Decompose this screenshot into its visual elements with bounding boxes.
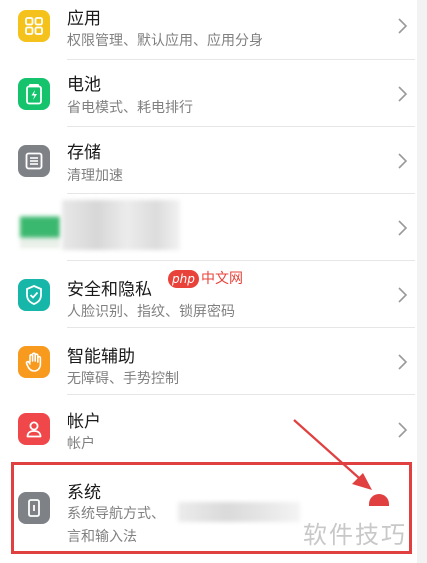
settings-item-title: 智能辅助 (67, 347, 135, 367)
person-icon (18, 413, 50, 445)
settings-item-subtitle: 省电模式、耗电排行 (67, 100, 193, 116)
chevron-right-icon (398, 86, 408, 102)
blurred-content (62, 200, 180, 250)
settings-item-subtitle: 权限管理、默认应用、应用分身 (67, 33, 263, 49)
page-right-edge (417, 0, 427, 563)
apps-grid-icon (18, 10, 50, 42)
chevron-right-icon (398, 354, 408, 370)
annotation-arrow (293, 419, 372, 490)
chevron-right-icon (398, 422, 408, 438)
settings-item-title: 电池 (67, 75, 101, 95)
chevron-right-icon (398, 153, 408, 169)
storage-icon (18, 145, 50, 177)
shield-icon (18, 279, 50, 311)
battery-icon (18, 78, 50, 110)
chevron-right-icon (398, 18, 408, 34)
settings-item-assist[interactable]: 智能辅助 无障碍、手势控制 (0, 328, 427, 395)
php-site-name: 中文网 (201, 271, 243, 287)
chevron-right-icon (398, 220, 408, 236)
settings-item-title: 应用 (67, 9, 101, 29)
php-logo: php (168, 270, 199, 288)
hand-icon (18, 346, 50, 378)
settings-item-storage[interactable]: 存储 清理加速 (0, 127, 427, 194)
settings-item-battery[interactable]: 电池 省电模式、耗电排行 (0, 60, 427, 127)
settings-item-subtitle: 清理加速 (67, 168, 123, 184)
settings-item-apps[interactable]: 应用 权限管理、默认应用、应用分身 (0, 0, 427, 60)
settings-item-blurred[interactable] (0, 194, 427, 261)
settings-item-title: 安全和隐私 (67, 280, 152, 300)
settings-item-subtitle: 帐户 (67, 436, 95, 452)
settings-item-subtitle: 无障碍、手势控制 (67, 371, 179, 387)
blurred-icon (20, 206, 60, 248)
settings-item-subtitle: 人脸识别、指纹、锁屏密码 (67, 304, 235, 320)
chevron-right-icon (398, 287, 408, 303)
watermark-text: 软件技巧 (303, 521, 407, 549)
settings-item-title: 帐户 (67, 412, 101, 432)
settings-item-title: 存储 (67, 143, 101, 163)
